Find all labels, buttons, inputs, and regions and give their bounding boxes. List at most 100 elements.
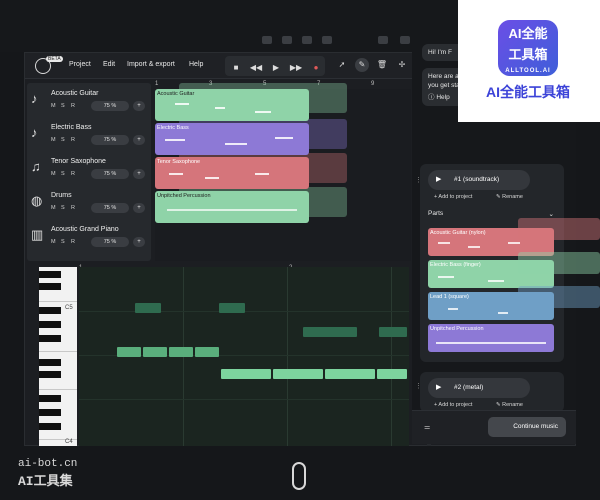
stop-button[interactable]: ■: [229, 61, 243, 75]
mute-button[interactable]: M: [51, 171, 56, 177]
play-icon[interactable]: ▶: [436, 378, 441, 398]
add-to-project-button[interactable]: + Add to project: [434, 194, 472, 200]
volume-control[interactable]: 75 %: [91, 203, 129, 213]
clip-label: Unpitched Percussion: [157, 193, 211, 199]
note[interactable]: [303, 327, 357, 337]
ruler-tick: 1: [155, 81, 159, 87]
clip-note: [255, 173, 269, 175]
snippet-title-2[interactable]: ▶ #2 (metal): [428, 378, 530, 398]
settings-sliders-icon[interactable]: ⚌: [424, 423, 430, 431]
mute-button[interactable]: M: [51, 103, 56, 109]
track-tenor-saxophone[interactable]: ♫ Tenor Saxophone M S R 75 % +: [27, 153, 151, 187]
menu-import-export[interactable]: Import & export: [127, 61, 175, 68]
volume-control[interactable]: 75 %: [91, 169, 129, 179]
menu-help[interactable]: Help: [189, 61, 203, 68]
rename-button[interactable]: ✎ Rename: [496, 194, 523, 200]
clip-tenor-saxophone[interactable]: Tenor Saxophone: [155, 157, 309, 189]
drums-icon: ◍: [31, 193, 43, 208]
black-key[interactable]: [39, 359, 61, 366]
part-unpitched-percussion[interactable]: Unpitched Percussion: [428, 324, 554, 352]
record-arm-button[interactable]: R: [71, 239, 75, 245]
clip-unpitched-percussion[interactable]: Unpitched Percussion: [155, 191, 309, 223]
black-key[interactable]: [39, 283, 61, 290]
help-label: Help: [436, 94, 450, 101]
beta-badge: BETA: [46, 56, 63, 62]
trash-tool-icon[interactable]: 🗑: [375, 58, 389, 72]
home-indicator[interactable]: [292, 462, 306, 490]
clip-label: Electric Bass: [157, 125, 189, 131]
record-arm-button[interactable]: R: [71, 171, 75, 177]
note[interactable]: [273, 369, 323, 379]
black-key[interactable]: [39, 307, 61, 314]
record-arm-button[interactable]: R: [71, 137, 75, 143]
continue-music-button[interactable]: Continue music: [488, 417, 566, 437]
clip-electric-bass[interactable]: Electric Bass: [155, 123, 309, 155]
track-add-button[interactable]: +: [133, 237, 145, 247]
split-tool-icon[interactable]: ✢: [395, 58, 409, 72]
transport-controls: ■ ◀◀ ▶ ▶▶ ●: [225, 56, 325, 76]
record-arm-button[interactable]: R: [71, 103, 75, 109]
piano-roll-grid[interactable]: [79, 267, 409, 447]
play-button[interactable]: ▶: [269, 61, 283, 75]
continue-label: Continue music: [513, 423, 558, 430]
black-key[interactable]: [39, 271, 61, 278]
mute-button[interactable]: M: [51, 137, 56, 143]
play-icon[interactable]: ▶: [436, 170, 441, 190]
menu-project[interactable]: Project: [69, 61, 91, 68]
black-key[interactable]: [39, 371, 61, 378]
note[interactable]: [169, 347, 193, 357]
track-add-button[interactable]: +: [133, 169, 145, 179]
track-add-button[interactable]: +: [133, 135, 145, 145]
watermark-logo: AI全能 工具箱 ALLTOOL.AI AI全能工具箱: [458, 0, 600, 122]
solo-button[interactable]: S: [61, 137, 65, 143]
track-drums[interactable]: ◍ Drums M S R 75 % +: [27, 187, 151, 221]
note[interactable]: [219, 303, 245, 313]
part-note: [498, 312, 508, 314]
piano-icon: ▥: [31, 227, 44, 242]
rename-button[interactable]: ✎ Rename: [496, 402, 523, 408]
part-label: Unpitched Percussion: [430, 326, 484, 332]
clip-acoustic-guitar[interactable]: Acoustic Guitar: [155, 89, 309, 121]
note[interactable]: [379, 327, 407, 337]
chat-footer: ⚌ Continue music: [412, 410, 576, 444]
black-key[interactable]: [39, 423, 61, 430]
note[interactable]: [135, 303, 161, 313]
arrangement-area[interactable]: Acoustic Guitar Electric Bass Tenor Saxo…: [155, 83, 411, 261]
track-acoustic-grand-piano[interactable]: ▥ Acoustic Grand Piano M S R 75 % +: [27, 221, 151, 255]
track-add-button[interactable]: +: [133, 101, 145, 111]
menu-edit[interactable]: Edit: [103, 61, 115, 68]
track-electric-bass[interactable]: ♪ Electric Bass M S R 75 % +: [27, 119, 151, 153]
solo-button[interactable]: S: [61, 103, 65, 109]
solo-button[interactable]: S: [61, 205, 65, 211]
solo-button[interactable]: S: [61, 239, 65, 245]
forward-button[interactable]: ▶▶: [289, 61, 303, 75]
arrow-tool-icon[interactable]: ➚: [335, 58, 349, 72]
alltool-logo: AI全能 工具箱 ALLTOOL.AI: [498, 20, 558, 76]
note[interactable]: [325, 369, 375, 379]
note[interactable]: [195, 347, 219, 357]
volume-control[interactable]: 75 %: [91, 237, 129, 247]
track-acoustic-guitar[interactable]: ♪ Acoustic Guitar M S R 75 % +: [27, 85, 151, 119]
track-add-button[interactable]: +: [133, 203, 145, 213]
solo-button[interactable]: S: [61, 171, 65, 177]
black-key[interactable]: [39, 395, 61, 402]
note[interactable]: [143, 347, 167, 357]
chevron-down-icon[interactable]: ⌄: [549, 210, 554, 218]
note[interactable]: [117, 347, 141, 357]
piano-keyboard[interactable]: C5 C4: [39, 267, 77, 447]
snippet-title-1[interactable]: ▶ #1 (soundtrack): [428, 170, 530, 190]
rewind-button[interactable]: ◀◀: [249, 61, 263, 75]
black-key[interactable]: [39, 409, 61, 416]
note[interactable]: [221, 369, 271, 379]
add-to-project-button[interactable]: + Add to project: [434, 402, 472, 408]
black-key[interactable]: [39, 335, 61, 342]
pencil-tool-icon[interactable]: ✎: [355, 58, 369, 72]
black-key[interactable]: [39, 321, 61, 328]
volume-control[interactable]: 75 %: [91, 101, 129, 111]
volume-control[interactable]: 75 %: [91, 135, 129, 145]
record-arm-button[interactable]: R: [71, 205, 75, 211]
mute-button[interactable]: M: [51, 205, 56, 211]
record-button[interactable]: ●: [309, 61, 323, 75]
note[interactable]: [377, 369, 407, 379]
mute-button[interactable]: M: [51, 239, 56, 245]
